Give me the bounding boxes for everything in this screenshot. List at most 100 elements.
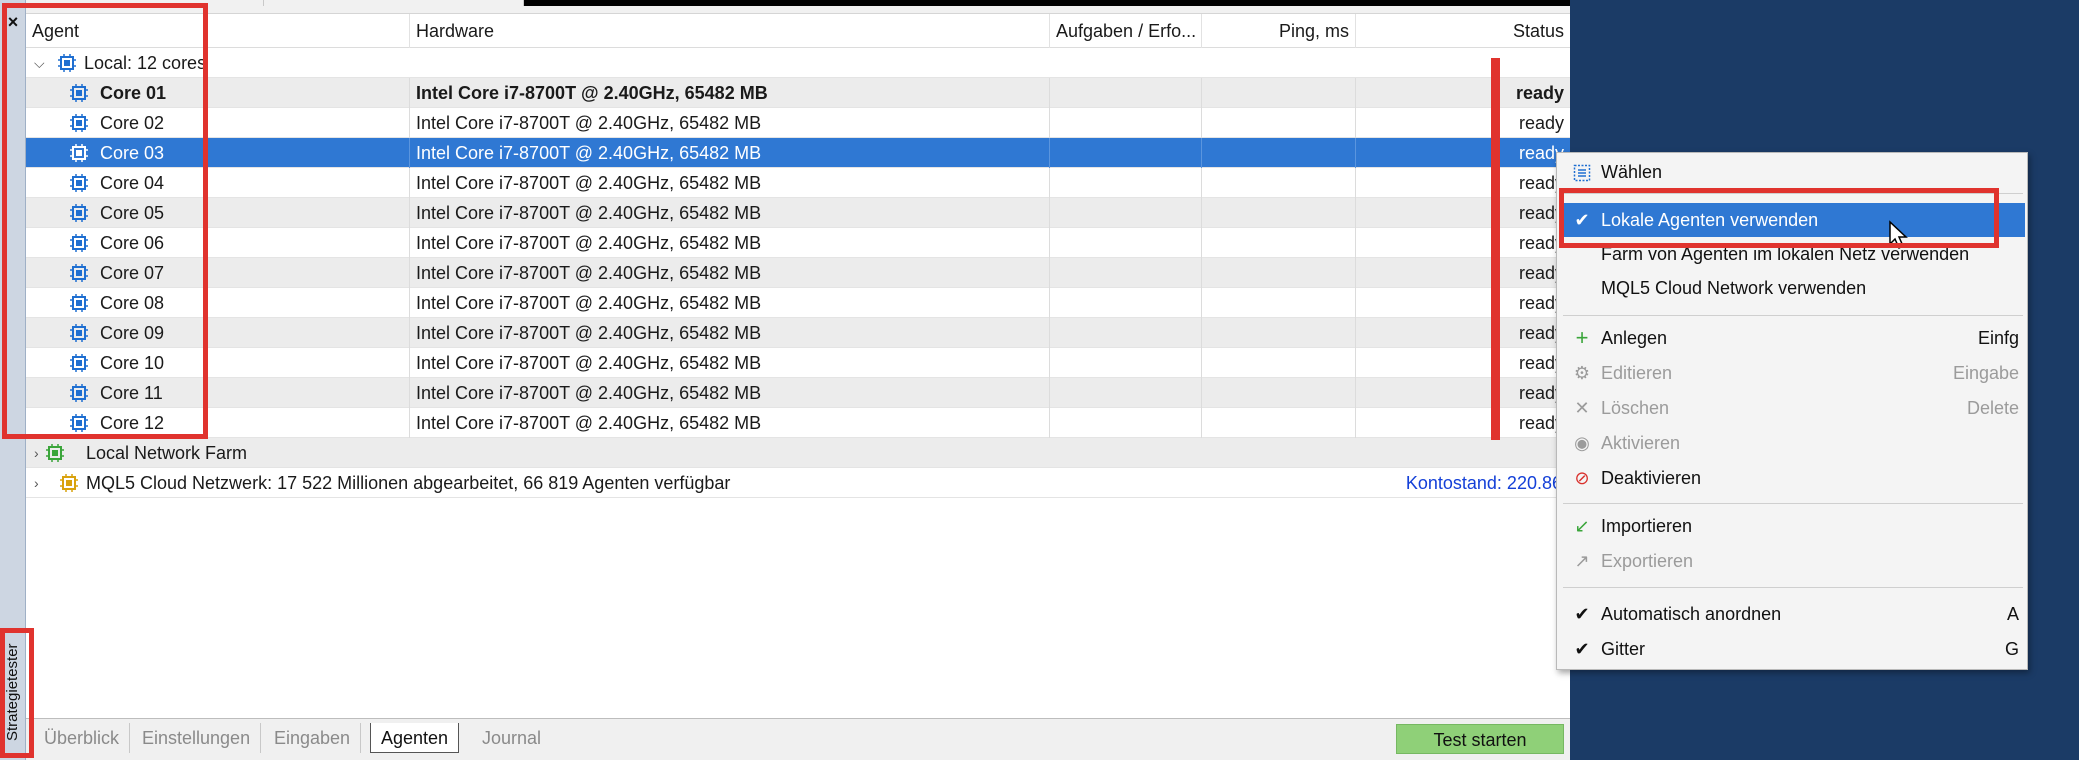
menu-separator	[1563, 587, 2023, 588]
group-row-network-farm[interactable]: › Local Network Farm	[26, 438, 1570, 468]
menu-item-anlegen[interactable]: + Anlegen Einfg	[1559, 321, 2025, 355]
table-row[interactable]: Core 11 Intel Core i7-8700T @ 2.40GHz, 65…	[26, 378, 1570, 408]
cell-status: ready	[1518, 143, 1564, 163]
table-header: Agent Hardware Aufgaben / Erfo... Ping, …	[26, 14, 1570, 48]
column-header-status[interactable]: Status	[1356, 14, 1590, 48]
cell-status: ready	[1518, 383, 1564, 403]
ban-icon: ⊘	[1574, 468, 1590, 488]
table-row[interactable]: Core 04 Intel Core i7-8700T @ 2.40GHz, 65…	[26, 168, 1570, 198]
start-test-button[interactable]: Test starten	[1396, 724, 1564, 754]
cell-tasks	[1050, 198, 1202, 228]
cell-ping	[1202, 378, 1356, 408]
tab-ueberblick[interactable]: Überblick	[34, 723, 131, 753]
cell-status: ready	[1518, 173, 1564, 193]
plus-icon: +	[1575, 325, 1589, 350]
top-tab-stub[interactable]	[264, 0, 524, 6]
group-row-local[interactable]: ⌵ Local: 12 cores	[26, 48, 1570, 78]
cell-ping	[1202, 348, 1356, 378]
annotation-box-menu-item	[1559, 188, 1999, 248]
cell-hardware: Intel Core i7-8700T @ 2.40GHz, 65482 MB	[410, 198, 1050, 228]
balance-link[interactable]: Kontostand: 220.86	[1406, 468, 1570, 498]
check-icon: ✔	[1574, 639, 1590, 659]
menu-item-loeschen[interactable]: ✕ Löschen Delete	[1559, 391, 2025, 425]
cell-tasks	[1050, 378, 1202, 408]
tab-einstellungen[interactable]: Einstellungen	[132, 723, 262, 753]
cell-status: ready	[1518, 233, 1564, 253]
chevron-right-icon[interactable]: ›	[34, 474, 48, 492]
export-icon: ↗	[1574, 551, 1590, 571]
cell-status: ready	[1515, 83, 1564, 103]
column-header-hardware[interactable]: Hardware	[410, 14, 1050, 48]
menu-item-cloud-network[interactable]: MQL5 Cloud Network verwenden	[1559, 271, 2025, 305]
cell-ping	[1202, 108, 1356, 138]
x-icon: ✕	[1574, 398, 1590, 418]
tab-journal[interactable]: Journal	[472, 723, 551, 753]
cloud-cpu-icon	[60, 474, 78, 492]
table-row[interactable]: Core 03 Intel Core i7-8700T @ 2.40GHz, 65…	[26, 138, 1570, 168]
group-row-cloud[interactable]: › MQL5 Cloud Netzwerk: 17 522 Millionen …	[26, 468, 1570, 498]
cell-ping	[1202, 318, 1356, 348]
cell-hardware: Intel Core i7-8700T @ 2.40GHz, 65482 MB	[410, 408, 1050, 438]
import-icon: ↙	[1574, 516, 1590, 536]
annotation-bar-status	[1491, 58, 1500, 440]
annotation-box-strip	[0, 628, 34, 758]
cell-tasks	[1050, 168, 1202, 198]
cell-tasks	[1050, 288, 1202, 318]
table-row[interactable]: Core 01 Intel Core i7-8700T @ 2.40GHz, 65…	[26, 78, 1570, 108]
gear-icon: ⚙	[1573, 363, 1591, 383]
menu-item-automatisch-anordnen[interactable]: ✔ Automatisch anordnen A	[1559, 597, 2025, 631]
column-header-ping[interactable]: Ping, ms	[1202, 14, 1356, 48]
tab-eingaben[interactable]: Eingaben	[264, 723, 362, 753]
top-dark-bar	[524, 0, 1570, 6]
cell-hardware: Intel Core i7-8700T @ 2.40GHz, 65482 MB	[410, 348, 1050, 378]
cell-status: ready	[1518, 113, 1564, 133]
cell-status: ready	[1518, 263, 1564, 283]
agents-panel: Agent Hardware Aufgaben / Erfo... Ping, …	[26, 0, 1570, 760]
cell-status: ready	[1518, 323, 1564, 343]
table-row[interactable]: Core 10 Intel Core i7-8700T @ 2.40GHz, 65…	[26, 348, 1570, 378]
cell-ping	[1202, 168, 1356, 198]
column-header-tasks[interactable]: Aufgaben / Erfo...	[1050, 14, 1202, 48]
cell-status: ready	[1518, 353, 1564, 373]
check-icon: ✔	[1574, 604, 1590, 624]
table-row[interactable]: Core 08 Intel Core i7-8700T @ 2.40GHz, 65…	[26, 288, 1570, 318]
table-row[interactable]: Core 05 Intel Core i7-8700T @ 2.40GHz, 65…	[26, 198, 1570, 228]
cell-tasks	[1050, 318, 1202, 348]
cell-hardware: Intel Core i7-8700T @ 2.40GHz, 65482 MB	[410, 288, 1050, 318]
cell-tasks	[1050, 138, 1202, 168]
bottom-tab-bar: Überblick Einstellungen Eingaben Agenten…	[26, 718, 1570, 760]
menu-item-exportieren[interactable]: ↗ Exportieren	[1559, 544, 2025, 578]
cell-ping	[1202, 288, 1356, 318]
annotation-box-agents	[2, 3, 208, 439]
cell-hardware: Intel Core i7-8700T @ 2.40GHz, 65482 MB	[410, 318, 1050, 348]
menu-item-editieren[interactable]: ⚙ Editieren Eingabe	[1559, 356, 2025, 390]
menu-item-deaktivieren[interactable]: ⊘ Deaktivieren	[1559, 461, 2025, 495]
table-row[interactable]: Core 07 Intel Core i7-8700T @ 2.40GHz, 65…	[26, 258, 1570, 288]
menu-separator	[1563, 503, 2023, 504]
cell-hardware: Intel Core i7-8700T @ 2.40GHz, 65482 MB	[410, 378, 1050, 408]
cell-tasks	[1050, 348, 1202, 378]
tab-agenten[interactable]: Agenten	[370, 723, 460, 753]
cell-hardware: Intel Core i7-8700T @ 2.40GHz, 65482 MB	[410, 108, 1050, 138]
table-row[interactable]: Core 09 Intel Core i7-8700T @ 2.40GHz, 65…	[26, 318, 1570, 348]
cell-tasks	[1050, 258, 1202, 288]
cell-hardware: Intel Core i7-8700T @ 2.40GHz, 65482 MB	[410, 258, 1050, 288]
cell-status: ready	[1518, 293, 1564, 313]
menu-item-importieren[interactable]: ↙ Importieren	[1559, 509, 2025, 543]
cell-hardware: Intel Core i7-8700T @ 2.40GHz, 65482 MB	[410, 168, 1050, 198]
menu-item-aktivieren[interactable]: ◉ Aktivieren	[1559, 426, 2025, 460]
menu-separator	[1563, 315, 2023, 316]
table-row[interactable]: Core 02 Intel Core i7-8700T @ 2.40GHz, 65…	[26, 108, 1570, 138]
cell-ping	[1202, 258, 1356, 288]
cell-status: ready	[1518, 413, 1564, 433]
table-row[interactable]: Core 12 Intel Core i7-8700T @ 2.40GHz, 65…	[26, 408, 1570, 438]
menu-item-gitter[interactable]: ✔ Gitter G	[1559, 632, 2025, 666]
cell-hardware: Intel Core i7-8700T @ 2.40GHz, 65482 MB	[410, 78, 1050, 108]
farm-cpu-icon	[46, 444, 64, 462]
cell-ping	[1202, 408, 1356, 438]
menu-item-waehlen[interactable]: Wählen	[1559, 155, 2025, 189]
cell-status: ready	[1518, 203, 1564, 223]
table-row[interactable]: Core 06 Intel Core i7-8700T @ 2.40GHz, 65…	[26, 228, 1570, 258]
cell-ping	[1202, 228, 1356, 258]
cell-tasks	[1050, 408, 1202, 438]
